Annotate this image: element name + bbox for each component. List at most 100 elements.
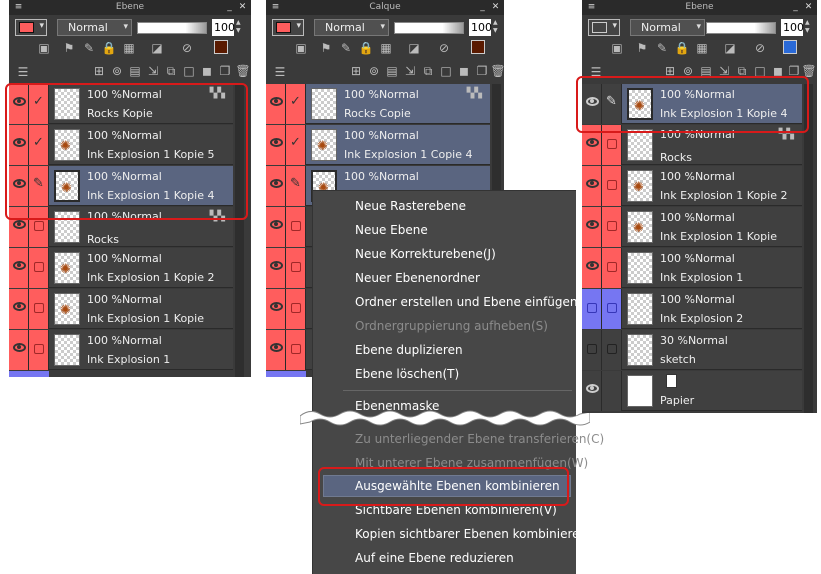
- merge-down-icon[interactable]: ⧉: [163, 63, 179, 79]
- ruler-range-icon[interactable]: ⊘: [752, 40, 768, 56]
- lock-layer-icon[interactable]: 🔒: [101, 40, 117, 56]
- menu-item-delete-layer[interactable]: Ebene löschen(T): [355, 367, 459, 381]
- new-raster-layer-icon[interactable]: ⊞: [91, 63, 107, 79]
- menu-item-create-folder-insert-layer[interactable]: Ordner erstellen und Ebene einfügen: [355, 295, 577, 309]
- scrollbar[interactable]: [804, 84, 813, 413]
- blend-mode-select[interactable]: Normal ▾: [630, 19, 705, 36]
- layer-row[interactable]: 100 %Normal Ink Explosion 1: [582, 248, 802, 288]
- new-vector-layer-icon[interactable]: ⊚: [366, 63, 382, 79]
- visibility-toggle[interactable]: [266, 125, 286, 165]
- opacity-spinner[interactable]: ▲ ▼: [236, 19, 243, 36]
- layer-state-column[interactable]: [602, 330, 622, 370]
- draft-layer-icon[interactable]: ✎: [654, 40, 670, 56]
- layer-state-column[interactable]: [29, 248, 49, 288]
- menu-item-combine-visible-copies[interactable]: Kopien sichtbarer Ebenen kombinieren(X): [355, 527, 605, 541]
- visibility-toggle[interactable]: [266, 330, 286, 370]
- visibility-toggle[interactable]: [266, 84, 286, 124]
- opacity-input[interactable]: 100: [212, 19, 235, 36]
- layer-state-column[interactable]: [286, 330, 306, 370]
- layer-row-selected[interactable]: ✓ ✺ 100 %Normal Ink Explosion 1 Copie 4: [266, 125, 490, 165]
- reference-layer-icon[interactable]: ⚑: [61, 40, 77, 56]
- lock-transparency-icon[interactable]: ▦: [694, 40, 710, 56]
- layer-state-column[interactable]: [286, 248, 306, 288]
- transfer-layer-icon[interactable]: ⇲: [145, 63, 161, 79]
- menu-item-new-correction-layer[interactable]: Neue Korrekturebene(J): [355, 247, 496, 261]
- create-mask-icon[interactable]: □: [438, 63, 454, 79]
- lock-transparency-icon[interactable]: ▦: [378, 40, 394, 56]
- minimize-icon[interactable]: _: [477, 2, 488, 13]
- visibility-toggle[interactable]: [582, 207, 602, 247]
- color-swatch-icon[interactable]: [783, 40, 797, 54]
- layer-state-column[interactable]: ✓: [286, 84, 306, 124]
- merge-down-icon[interactable]: ⧉: [420, 63, 436, 79]
- layer-row[interactable]: ✺ 100 %Normal Ink Explosion 1 Kopie 2: [582, 166, 802, 206]
- menu-item-flatten-image[interactable]: Auf eine Ebene reduzieren: [355, 551, 514, 565]
- close-icon[interactable]: ✕: [490, 2, 501, 13]
- mask-enable-icon[interactable]: ◪: [722, 40, 738, 56]
- apply-mask-icon[interactable]: ◼: [199, 63, 215, 79]
- delete-layer-icon[interactable]: 🗑: [490, 63, 504, 79]
- layer-row-paper[interactable]: Papier: [582, 371, 802, 411]
- opacity-slider[interactable]: [137, 22, 207, 34]
- apply-mask-icon[interactable]: ◼: [456, 63, 472, 79]
- layer-row[interactable]: ✺ 100 %Normal Ink Explosion 1 Kopie 2: [9, 248, 233, 288]
- color-swatch-icon[interactable]: [471, 40, 485, 54]
- close-icon[interactable]: ✕: [237, 2, 248, 13]
- layer-state-column[interactable]: [602, 289, 622, 329]
- new-folder-icon[interactable]: ▤: [127, 63, 143, 79]
- layer-state-column[interactable]: [602, 207, 622, 247]
- layer-row-selected[interactable]: ✓ 100 %Normal Rocks Copie ▚▚: [266, 84, 490, 124]
- layer-row[interactable]: ✺ 100 %Normal Ink Explosion 1 Kopie: [9, 289, 233, 329]
- duplicate-layer-icon[interactable]: ❐: [474, 63, 490, 79]
- mask-enable-icon[interactable]: ◪: [149, 40, 165, 56]
- clip-lower-layer-icon[interactable]: ▣: [36, 40, 52, 56]
- list-view-icon[interactable]: ☰: [272, 64, 288, 80]
- clip-lower-layer-icon[interactable]: ▣: [609, 40, 625, 56]
- delete-layer-icon[interactable]: 🗑: [235, 63, 251, 79]
- reference-layer-icon[interactable]: ⚑: [318, 40, 334, 56]
- menu-item-new-raster-layer[interactable]: Neue Rasterebene: [355, 199, 466, 213]
- opacity-spinner[interactable]: ▲ ▼: [493, 19, 500, 36]
- visibility-toggle[interactable]: [266, 166, 286, 206]
- mask-enable-icon[interactable]: ◪: [406, 40, 422, 56]
- opacity-input[interactable]: 100: [469, 19, 492, 36]
- menu-icon[interactable]: ≡: [13, 2, 24, 13]
- create-mask-icon[interactable]: □: [181, 63, 197, 79]
- lock-transparency-icon[interactable]: ▦: [121, 40, 137, 56]
- visibility-toggle[interactable]: [582, 166, 602, 206]
- visibility-toggle[interactable]: [266, 289, 286, 329]
- layer-state-column[interactable]: [286, 207, 306, 247]
- menu-icon[interactable]: ≡: [270, 2, 281, 13]
- opacity-slider[interactable]: [394, 22, 464, 34]
- visibility-toggle[interactable]: [9, 330, 29, 370]
- ruler-range-icon[interactable]: ⊘: [179, 40, 195, 56]
- opacity-spinner[interactable]: ▲ ▼: [805, 19, 812, 36]
- opacity-input[interactable]: 100: [781, 19, 804, 36]
- close-icon[interactable]: ✕: [803, 2, 814, 13]
- visibility-toggle[interactable]: [9, 289, 29, 329]
- visibility-toggle[interactable]: [266, 207, 286, 247]
- layer-row[interactable]: ✺ 100 %Normal Ink Explosion 1 Kopie: [582, 207, 802, 247]
- lock-layer-icon[interactable]: 🔒: [358, 40, 374, 56]
- layer-state-column[interactable]: [286, 289, 306, 329]
- visibility-toggle[interactable]: [266, 248, 286, 288]
- layer-row[interactable]: 100 %Normal Ink Explosion 1: [9, 330, 233, 370]
- menu-icon[interactable]: ≡: [586, 2, 597, 13]
- layer-row[interactable]: 30 %Normal sketch: [582, 330, 802, 370]
- new-raster-layer-icon[interactable]: ⊞: [348, 63, 364, 79]
- draft-layer-icon[interactable]: ✎: [338, 40, 354, 56]
- ruler-range-icon[interactable]: ⊘: [436, 40, 452, 56]
- layer-row[interactable]: 100 %Normal Ink Explosion 2: [582, 289, 802, 329]
- visibility-toggle[interactable]: [582, 330, 602, 370]
- blend-mode-select[interactable]: Normal ▾: [314, 19, 389, 36]
- minimize-icon[interactable]: _: [224, 2, 235, 13]
- visibility-toggle[interactable]: [582, 248, 602, 288]
- reference-layer-icon[interactable]: ⚑: [634, 40, 650, 56]
- layer-state-column[interactable]: [602, 248, 622, 288]
- menu-item-new-layer[interactable]: Neue Ebene: [355, 223, 428, 237]
- transfer-layer-icon[interactable]: ⇲: [402, 63, 418, 79]
- visibility-toggle[interactable]: [582, 289, 602, 329]
- minimize-icon[interactable]: _: [790, 2, 801, 13]
- layer-state-column[interactable]: [602, 166, 622, 206]
- draft-layer-icon[interactable]: ✎: [81, 40, 97, 56]
